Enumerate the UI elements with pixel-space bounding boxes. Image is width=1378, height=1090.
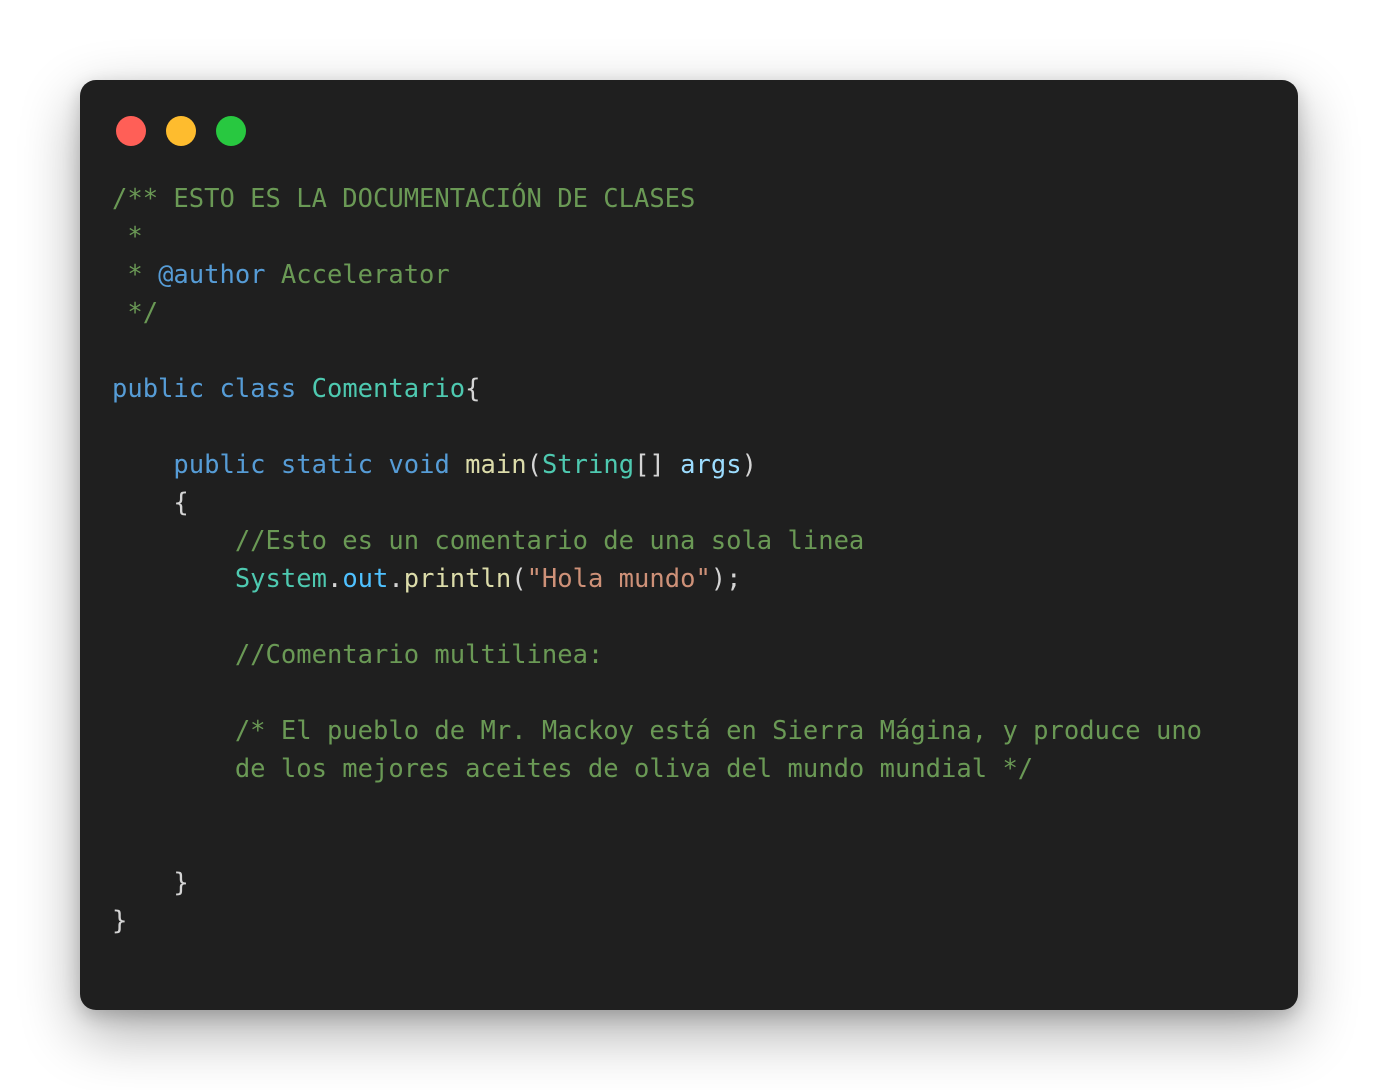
code-token: /** ESTO ES LA DOCUMENTACIÓN DE CLASES: [112, 184, 696, 214]
code-token: {: [465, 374, 481, 404]
code-line: /** ESTO ES LA DOCUMENTACIÓN DE CLASES: [112, 180, 1202, 218]
code-line: public class Comentario{: [112, 370, 1202, 408]
code-token: {: [112, 488, 189, 518]
code-token: main: [465, 450, 527, 480]
code-token: []: [634, 450, 681, 480]
code-line: de los mejores aceites de oliva del mund…: [112, 750, 1202, 788]
code-line: *: [112, 218, 1202, 256]
code-token: (: [511, 564, 527, 594]
code-line: //Esto es un comentario de una sola line…: [112, 522, 1202, 560]
code-token: public: [112, 374, 205, 404]
code-token: *: [112, 222, 143, 252]
code-line: }: [112, 902, 1202, 940]
code-token: }: [112, 906, 128, 936]
code-token: args: [680, 450, 742, 480]
code-token: .: [388, 564, 404, 594]
code-token: System: [234, 564, 327, 594]
code-line: {: [112, 484, 1202, 522]
code-token: *: [112, 260, 159, 290]
minimize-dot-icon[interactable]: [166, 116, 196, 146]
code-token: String: [541, 450, 635, 480]
code-token: static: [280, 450, 374, 480]
code-window: /** ESTO ES LA DOCUMENTACIÓN DE CLASES *…: [80, 80, 1298, 1010]
code-token: println: [403, 564, 512, 594]
code-line: public static void main(String[] args): [112, 446, 1202, 484]
code-token: (: [526, 450, 542, 480]
code-line: //Comentario multilinea:: [112, 636, 1202, 674]
code-line: }: [112, 864, 1202, 902]
code-token: ): [741, 450, 757, 480]
code-token: public: [173, 450, 266, 480]
code-token: }: [112, 868, 189, 898]
code-token: //Comentario multilinea:: [234, 640, 604, 670]
close-dot-icon[interactable]: [116, 116, 146, 146]
code-token: .: [326, 564, 343, 594]
code-token: //Esto es un comentario de una sola line…: [234, 526, 865, 556]
code-token: Accelerator: [265, 260, 450, 290]
code-token: "Hola mundo": [526, 564, 711, 594]
maximize-dot-icon[interactable]: [216, 116, 246, 146]
code-token: */: [112, 298, 159, 328]
code-line: /* El pueblo de Mr. Mackoy está en Sierr…: [112, 712, 1202, 750]
code-line: * @author Accelerator: [112, 256, 1202, 294]
code-token: /* El pueblo de Mr. Mackoy está en Sierr…: [234, 716, 1203, 746]
code-line: System.out.println("Hola mundo");: [112, 560, 1202, 598]
code-token: out: [342, 564, 389, 594]
code-token: de los mejores aceites de oliva del mund…: [234, 754, 1034, 784]
code-token: void: [388, 450, 450, 480]
code-block: /** ESTO ES LA DOCUMENTACIÓN DE CLASES *…: [112, 180, 1202, 940]
code-token: @author: [158, 260, 266, 290]
code-token: class: [219, 374, 297, 404]
code-token: Comentario: [311, 374, 466, 404]
code-token: );: [710, 564, 742, 594]
code-line: */: [112, 294, 1202, 332]
